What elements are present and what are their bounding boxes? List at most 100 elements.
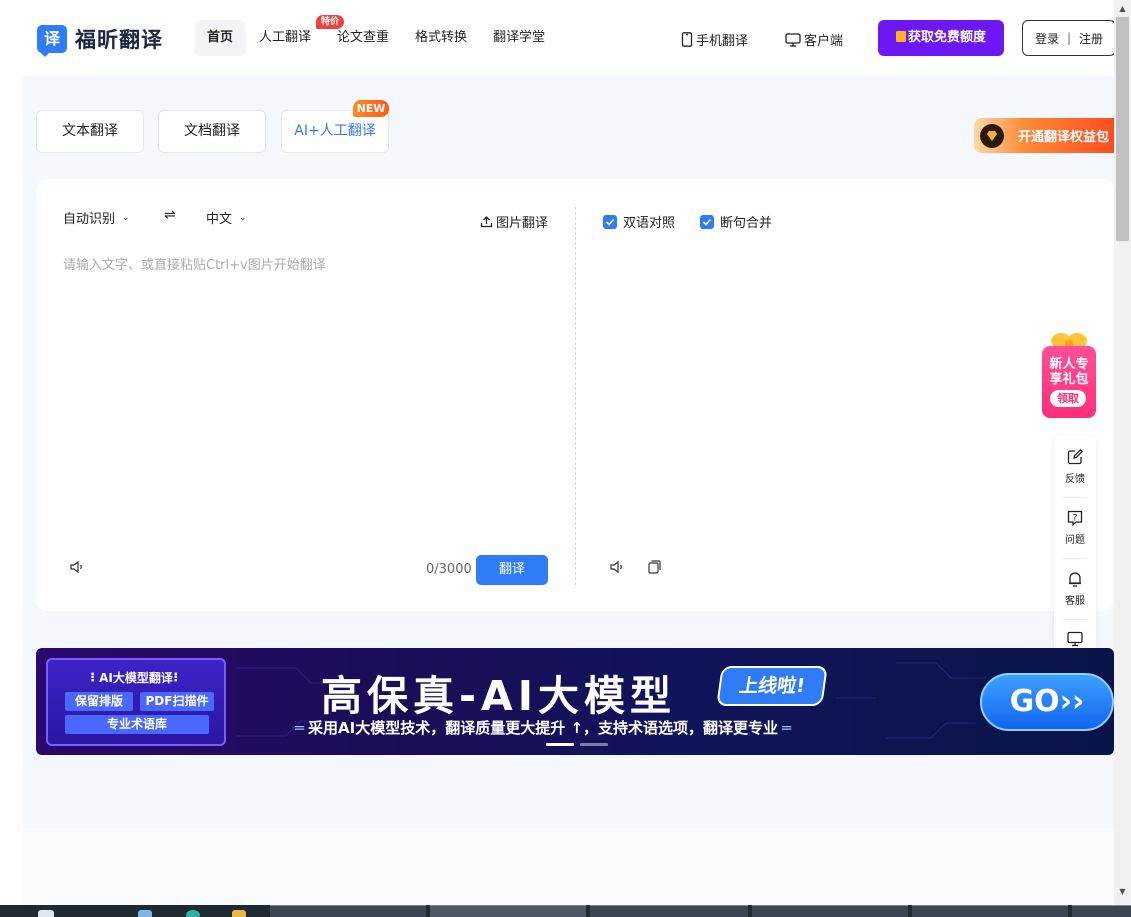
merge-sentence-label: 断句合并 bbox=[720, 216, 773, 231]
swap-languages-icon[interactable]: ⇌ bbox=[164, 207, 176, 223]
tab-text-translation[interactable]: 文本翻译 bbox=[36, 110, 144, 153]
chip-tag-terms: 专业术语库 bbox=[65, 715, 209, 734]
client-download-link[interactable]: 客户端 bbox=[785, 30, 843, 49]
get-free-quota-button[interactable]: 获取免费额度 bbox=[878, 20, 1004, 56]
source-speaker-icon[interactable] bbox=[69, 559, 85, 579]
scroll-thumb[interactable] bbox=[1116, 17, 1129, 241]
translation-panel: 自动识别 ⌄ ⇌ 中文 ⌄ 图片翻译 请输入文字、或直接粘贴Ctrl+v图片开始… bbox=[36, 179, 1114, 611]
target-language-label: 中文 bbox=[206, 212, 233, 227]
folder-icon[interactable] bbox=[232, 910, 246, 917]
online-badge: 上线啦! bbox=[716, 666, 828, 706]
taskbar-window[interactable] bbox=[1072, 905, 1131, 917]
logo-text: 福昕翻译 bbox=[75, 28, 163, 52]
nav-home[interactable]: 首页 bbox=[194, 20, 247, 56]
merge-sentence-checkbox[interactable]: 断句合并 bbox=[700, 212, 772, 231]
free-quota-label: 获取免费额度 bbox=[907, 30, 986, 45]
taskbar-window[interactable] bbox=[270, 905, 426, 917]
nav-human-translation[interactable]: 人工翻译 bbox=[246, 20, 324, 56]
chip-title: ⠇AI大模型翻译⠇ bbox=[89, 671, 183, 685]
gift-line2: 享礼包 bbox=[1049, 372, 1089, 387]
target-speaker-icon[interactable] bbox=[609, 559, 625, 579]
register-link[interactable]: 注册 bbox=[1079, 30, 1103, 47]
special-price-badge: 特价 bbox=[316, 15, 345, 29]
main-nav: 首页 人工翻译 论文查重 格式转换 翻译学堂 特价 bbox=[194, 15, 558, 56]
sub-dash-right: ═ bbox=[782, 719, 792, 737]
scroll-down-icon[interactable]: ▼ bbox=[1114, 883, 1131, 900]
logo[interactable]: 译 福昕翻译 bbox=[37, 24, 163, 57]
bilingual-checkbox[interactable]: 双语对照 bbox=[603, 212, 675, 231]
char-counter: 0/3000 bbox=[426, 562, 472, 577]
target-language-select[interactable]: 中文 ⌄ bbox=[206, 208, 247, 227]
banner-subtitle: ═ 采用AI大模型技术，翻译质量更大提升 ↑，支持术语选项，翻译更专业 ═ bbox=[291, 717, 795, 738]
taskbar-window-active[interactable] bbox=[430, 905, 586, 917]
open-benefit-package-button[interactable]: 开通翻译权益包 bbox=[974, 118, 1114, 153]
gift-line1: 新人专 bbox=[1049, 357, 1089, 372]
phone-icon bbox=[681, 32, 693, 47]
checkbox-checked-icon bbox=[700, 214, 714, 229]
banner-title: 高保真-AI大模型 bbox=[321, 672, 677, 720]
faq-label: 问题 bbox=[1065, 535, 1085, 546]
edit-icon bbox=[1067, 448, 1084, 465]
banner-subtitle-text: 采用AI大模型技术，翻译质量更大提升 ↑，支持术语选项，翻译更专业 bbox=[308, 719, 779, 737]
sub-dash-left: ═ bbox=[295, 719, 305, 737]
taskbar-window[interactable] bbox=[590, 905, 748, 917]
nav-translation-academy[interactable]: 翻译学堂 bbox=[480, 20, 558, 56]
new-user-gift-widget[interactable]: 新人专 享礼包 领取 bbox=[1041, 330, 1097, 418]
monitor-icon bbox=[1067, 631, 1083, 647]
login-separator: | bbox=[1066, 31, 1072, 45]
start-icon[interactable] bbox=[38, 910, 54, 917]
carousel-dot[interactable] bbox=[580, 743, 608, 746]
mobile-translate-link[interactable]: 手机翻译 bbox=[681, 30, 748, 49]
mobile-translate-label: 手机翻译 bbox=[696, 34, 749, 49]
taskbar-app-icon[interactable] bbox=[186, 910, 200, 917]
source-text-input[interactable]: 请输入文字、或直接粘贴Ctrl+v图片开始翻译 bbox=[63, 254, 326, 273]
login-link[interactable]: 登录 bbox=[1035, 30, 1059, 47]
question-icon: ? bbox=[1067, 510, 1083, 527]
source-language-select[interactable]: 自动识别 ⌄ bbox=[63, 208, 130, 227]
banner-go-button[interactable]: GO›› bbox=[980, 673, 1114, 731]
tab-document-translation[interactable]: 文档翻译 bbox=[158, 110, 266, 153]
source-language-label: 自动识别 bbox=[63, 212, 116, 227]
carousel-dot-active[interactable] bbox=[546, 743, 574, 746]
translate-button[interactable]: 翻译 bbox=[476, 555, 548, 585]
vertical-scrollbar[interactable]: ▲ ▼ bbox=[1114, 0, 1131, 905]
ai-model-banner[interactable]: ⠇AI大模型翻译⠇ 保留排版 PDF扫描件 专业术语库 高保真-AI大模型 上线… bbox=[36, 648, 1114, 755]
image-translate-button[interactable]: 图片翻译 bbox=[480, 212, 548, 231]
desktop-icon bbox=[785, 32, 801, 47]
customer-service-label: 客服 bbox=[1065, 596, 1085, 607]
image-translate-label: 图片翻译 bbox=[496, 216, 549, 231]
faq-button[interactable]: ? 问题 bbox=[1054, 497, 1096, 558]
chip-tag-pdf: PDF扫描件 bbox=[140, 692, 214, 711]
new-badge: NEW bbox=[353, 100, 389, 117]
side-toolbar: 反馈 ? 问题 客服 下载 bbox=[1054, 436, 1096, 679]
page-footer-area bbox=[23, 828, 1114, 905]
page: 译 福昕翻译 首页 人工翻译 论文查重 格式转换 翻译学堂 特价 手机翻译 客户… bbox=[23, 0, 1114, 905]
svg-text:?: ? bbox=[1073, 514, 1078, 524]
taskbar-window[interactable] bbox=[752, 905, 908, 917]
logo-mark-icon: 译 bbox=[37, 25, 67, 57]
scroll-up-icon[interactable]: ▲ bbox=[1114, 0, 1131, 17]
taskbar-app-icon[interactable] bbox=[138, 910, 152, 917]
nav-human-translation-label: 人工翻译 bbox=[259, 30, 312, 45]
claim-gift-button[interactable]: 领取 bbox=[1050, 390, 1086, 407]
chevron-down-icon: ⌄ bbox=[239, 212, 247, 223]
login-register-button[interactable]: 登录 | 注册 bbox=[1022, 20, 1114, 56]
feedback-label: 反馈 bbox=[1065, 474, 1085, 485]
carousel-dots bbox=[546, 743, 614, 746]
diamond-icon bbox=[980, 123, 1004, 148]
feedback-button[interactable]: 反馈 bbox=[1054, 436, 1096, 497]
nav-format-convert[interactable]: 格式转换 bbox=[402, 20, 480, 56]
client-label: 客户端 bbox=[804, 34, 844, 49]
left-edge-strip bbox=[0, 0, 23, 905]
customer-service-button[interactable]: 客服 bbox=[1054, 558, 1096, 619]
ai-chip-graphic: ⠇AI大模型翻译⠇ 保留排版 PDF扫描件 专业术语库 bbox=[46, 658, 226, 746]
top-header: 译 福昕翻译 首页 人工翻译 论文查重 格式转换 翻译学堂 特价 手机翻译 客户… bbox=[23, 0, 1114, 76]
chip-tag-layout: 保留排版 bbox=[65, 692, 133, 711]
taskbar-window[interactable] bbox=[912, 905, 1068, 917]
copy-icon[interactable] bbox=[646, 559, 662, 579]
upload-icon bbox=[480, 216, 493, 228]
gift-box-icon bbox=[895, 31, 906, 42]
benefit-package-label: 开通翻译权益包 bbox=[1018, 130, 1110, 145]
chevron-down-icon: ⌄ bbox=[122, 212, 130, 223]
checkbox-checked-icon bbox=[603, 214, 617, 229]
